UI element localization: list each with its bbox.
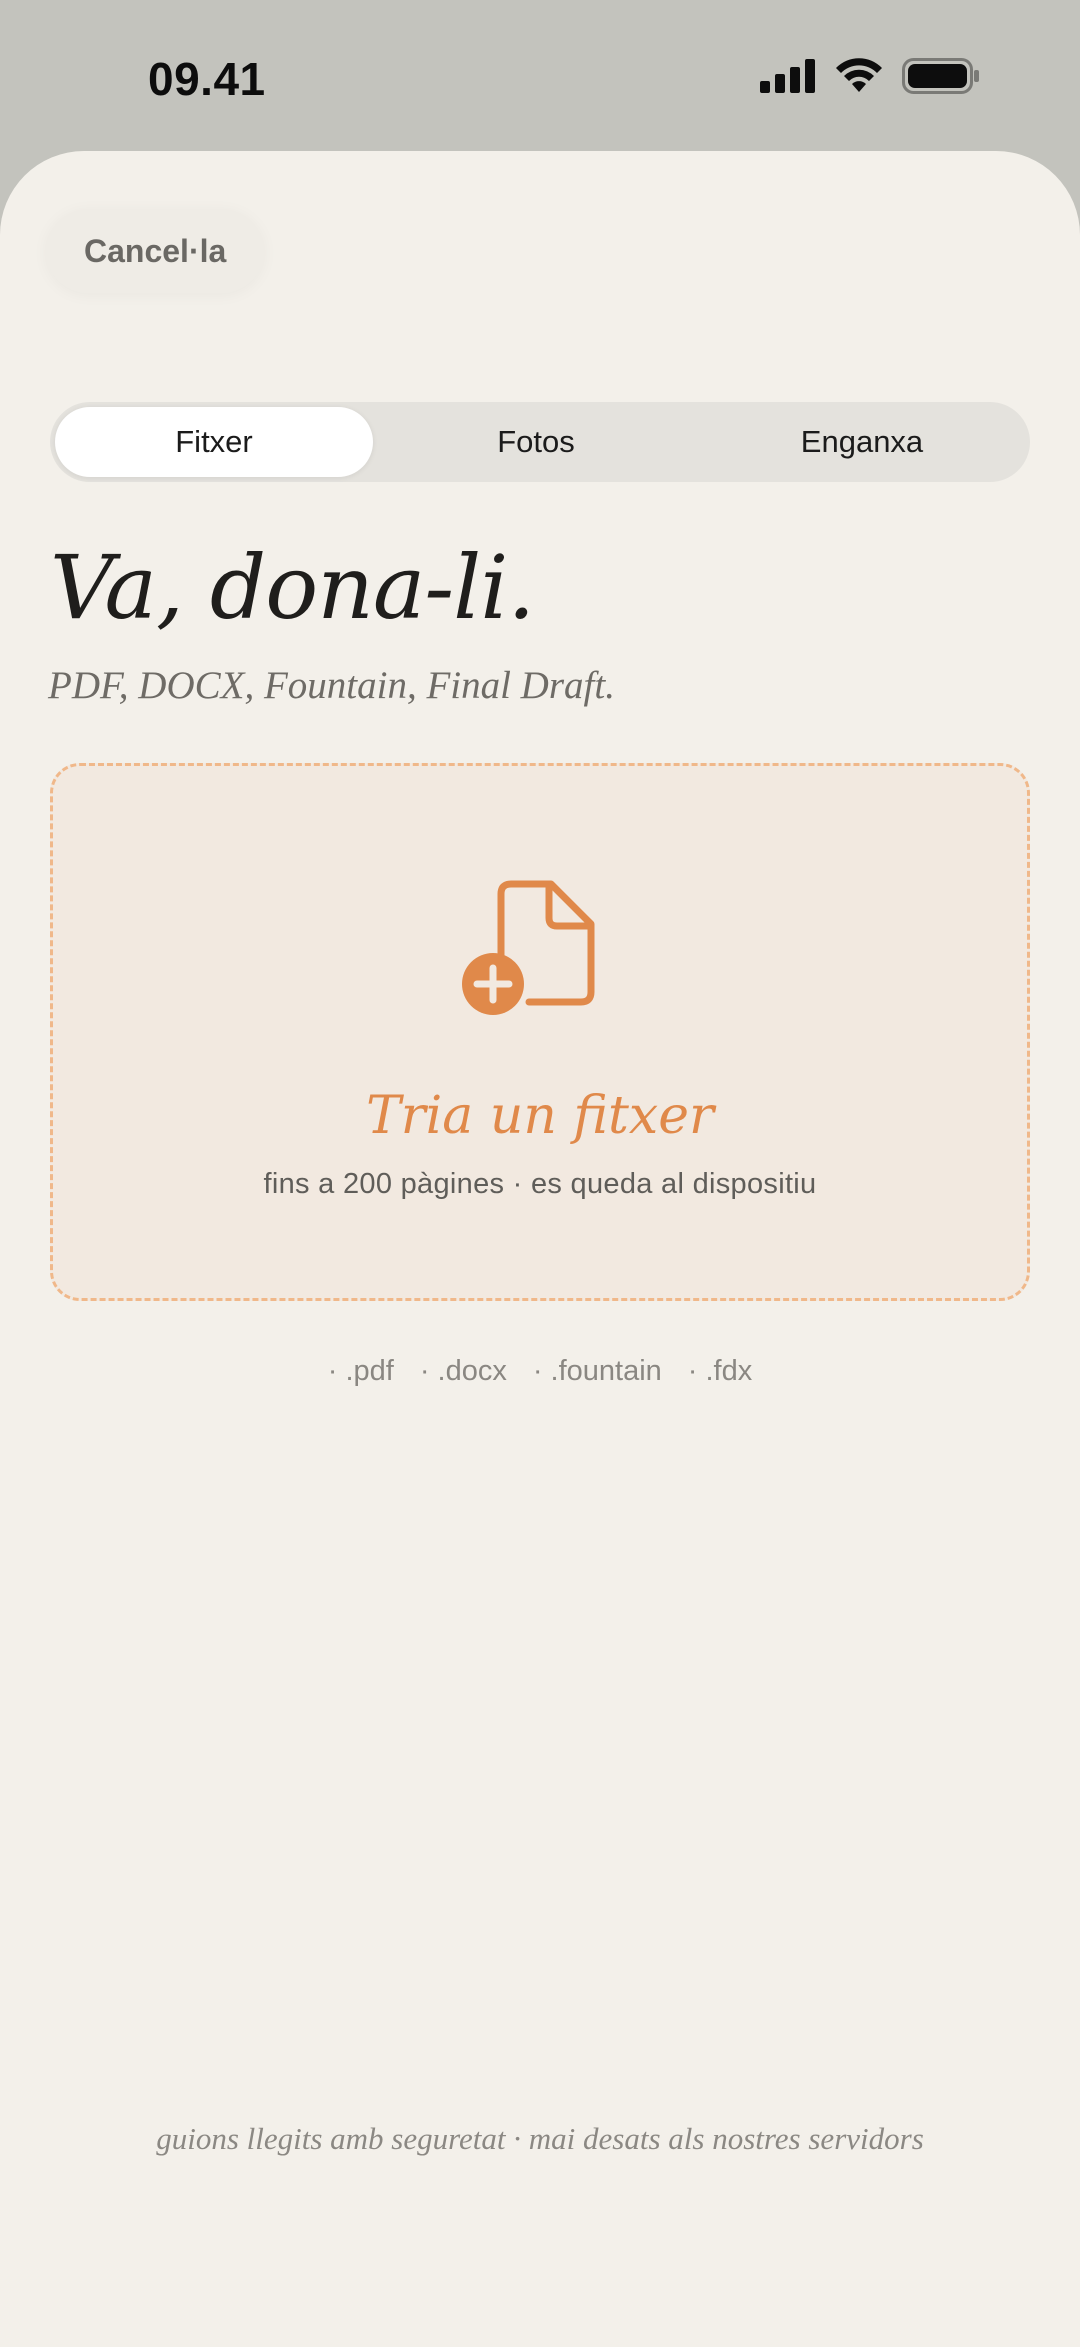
page-title: Va, dona-li. <box>50 536 535 639</box>
status-bar: 09.41 <box>0 0 1080 150</box>
extension-item: · .docx <box>419 1355 507 1387</box>
tab-fotos[interactable]: Fotos <box>373 407 699 477</box>
privacy-note: guions llegits amb seguretat · mai desat… <box>156 2121 924 2156</box>
extension-item: · .fountain <box>532 1355 662 1387</box>
extension-item: · .fdx <box>687 1355 753 1387</box>
cancel-button[interactable]: Cancel·la <box>46 209 265 293</box>
status-time: 09.41 <box>148 53 266 105</box>
supported-formats-subtitle: PDF, DOCX, Fountain, Final Draft. <box>48 664 615 707</box>
cellular-signal-icon <box>760 59 815 93</box>
dropzone-description: fins a 200 pàgines · es queda al disposi… <box>263 1168 817 1200</box>
wifi-icon <box>836 58 882 92</box>
file-add-icon <box>462 880 595 1015</box>
battery-icon <box>902 58 979 94</box>
source-tabs: Fitxer Fotos Enganxa <box>50 402 1030 482</box>
tab-fitxer[interactable]: Fitxer <box>55 407 373 477</box>
upload-sheet: Cancel·la Fitxer Fotos Enganxa Va, dona-… <box>0 151 1080 2347</box>
extension-item: · .pdf <box>327 1355 394 1387</box>
extension-list: · .pdf · .docx · .fountain · .fdx <box>0 1355 1080 1388</box>
tab-enganxa[interactable]: Enganxa <box>699 407 1025 477</box>
status-icons <box>760 58 980 94</box>
file-dropzone[interactable]: Tria un fitxer fins a 200 pàgines · es q… <box>50 763 1030 1301</box>
choose-file-title[interactable]: Tria un fitxer <box>53 1086 1027 1146</box>
